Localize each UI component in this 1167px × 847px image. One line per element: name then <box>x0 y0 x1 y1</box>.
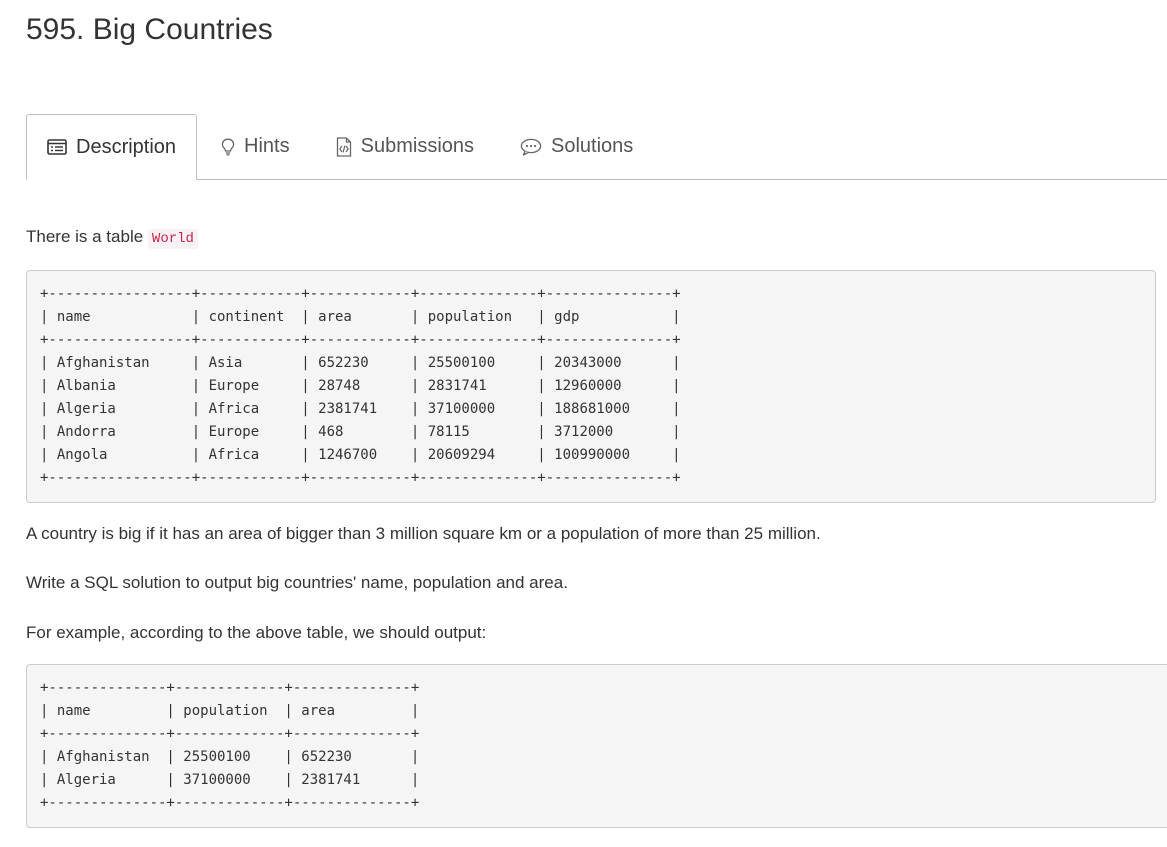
tab-hints-label: Hints <box>244 135 290 157</box>
example-paragraph: For example, according to the above tabl… <box>26 623 487 642</box>
tab-bar: Description Hints Submissions Solutions <box>26 114 1167 180</box>
lightbulb-icon <box>221 138 235 156</box>
tab-solutions-label: Solutions <box>551 135 634 157</box>
intro-paragraph: There is a table World <box>26 226 198 250</box>
table-border-line: +--------------+-------------+----------… <box>40 795 420 811</box>
table-row: | Albania | Europe | 28748 | 2831741 | 1… <box>40 378 681 394</box>
tab-submissions-label: Submissions <box>360 135 475 157</box>
world-table-block: +-----------------+------------+--------… <box>26 270 1156 503</box>
tab-description[interactable]: Description <box>26 114 198 180</box>
table-row: | Afghanistan | Asia | 652230 | 25500100… <box>40 355 681 371</box>
table-row: | Algeria | Africa | 2381741 | 37100000 … <box>40 401 681 417</box>
tab-hints[interactable]: Hints <box>221 114 290 179</box>
table-border-line: +-----------------+------------+--------… <box>40 470 681 486</box>
table-row: | Afghanistan | 25500100 | 652230 | <box>40 749 420 765</box>
table-header-row: | name | continent | area | population |… <box>40 309 681 325</box>
table-border-line: +--------------+-------------+----------… <box>40 726 420 742</box>
table-row: | Angola | Africa | 1246700 | 20609294 |… <box>40 447 681 463</box>
tab-description-label: Description <box>76 135 177 158</box>
table-row: | Andorra | Europe | 468 | 78115 | 37120… <box>40 424 681 440</box>
table-row: | Algeria | 37100000 | 2381741 | <box>40 772 420 788</box>
table-border-line: +--------------+-------------+----------… <box>40 680 420 696</box>
table-name-code: World <box>147 229 198 249</box>
code-file-icon <box>336 136 352 157</box>
intro-text: There is a table <box>26 227 144 246</box>
description-icon <box>47 139 67 155</box>
problem-page: 595. Big Countries Description Hints Sub… <box>0 0 1167 847</box>
table-border-line: +-----------------+------------+--------… <box>40 332 681 348</box>
table-border-line: +-----------------+------------+--------… <box>40 286 681 302</box>
tab-solutions[interactable]: Solutions <box>520 114 633 179</box>
tab-submissions[interactable]: Submissions <box>336 114 474 179</box>
task-paragraph: Write a SQL solution to output big count… <box>26 573 568 592</box>
table-header-row: | name | population | area | <box>40 703 420 719</box>
chat-bubble-icon <box>520 138 542 156</box>
condition-paragraph: A country is big if it has an area of bi… <box>26 524 821 543</box>
output-table-block: +--------------+-------------+----------… <box>26 664 1167 828</box>
page-title: 595. Big Countries <box>26 13 273 46</box>
